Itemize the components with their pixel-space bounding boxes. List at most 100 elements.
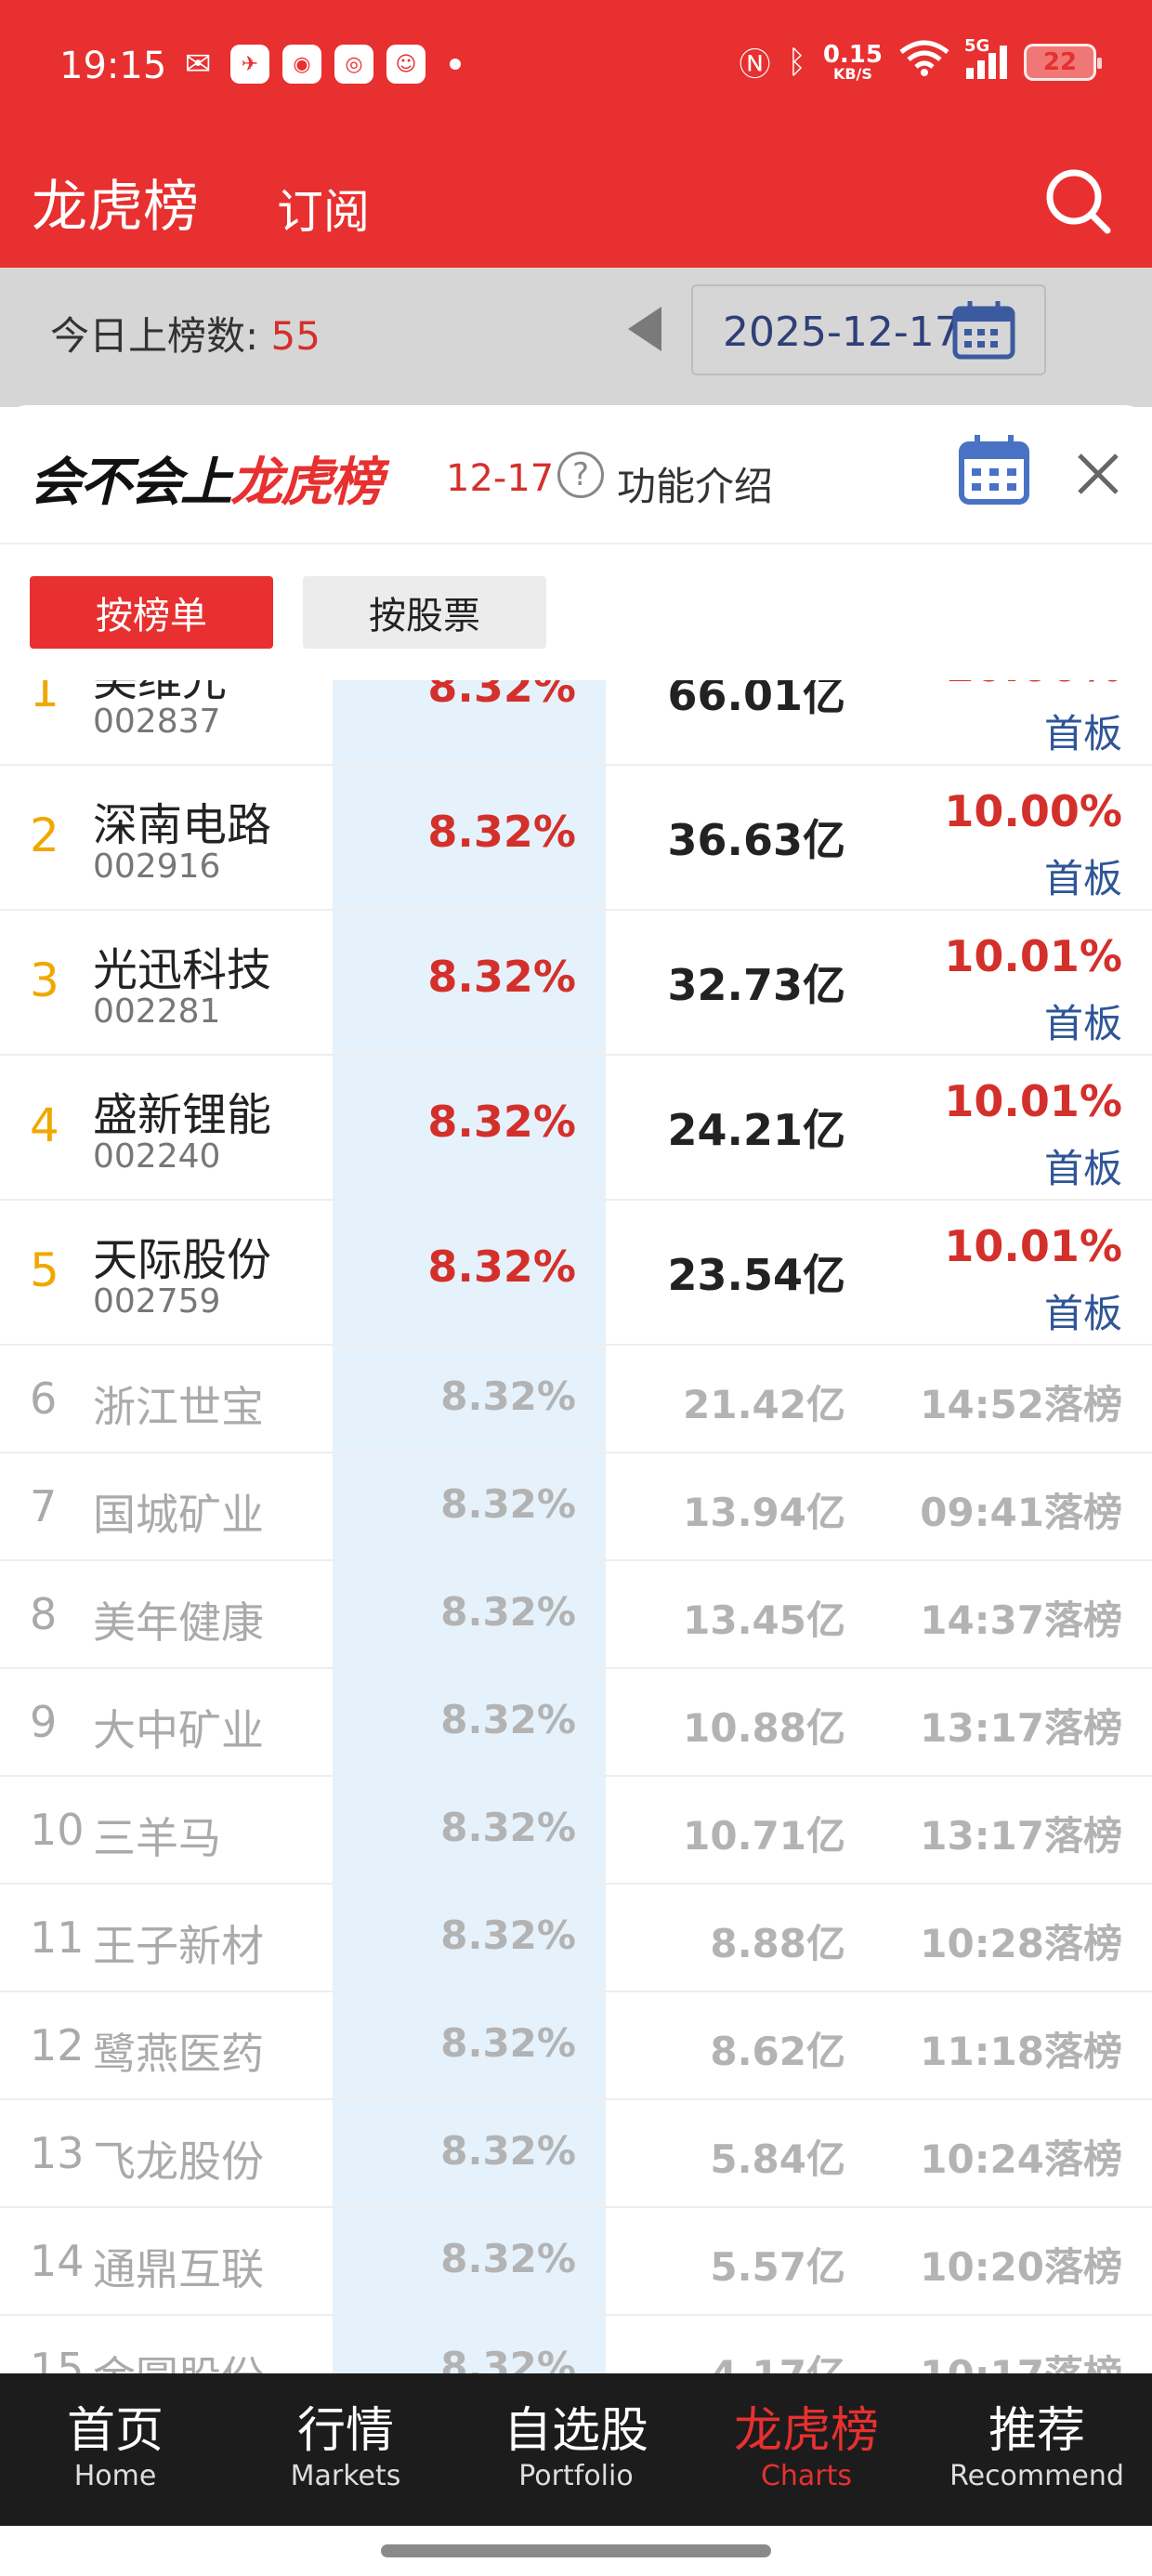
rank: 10 xyxy=(30,1805,85,1855)
stock-code: 002837 xyxy=(93,703,221,741)
table-row[interactable]: 11 王子新材 8.32% 8.88亿 10:28落榜 xyxy=(0,1885,1152,1992)
board-tag: 首板 xyxy=(1043,1146,1122,1191)
drop-off-status: 10:24落榜 xyxy=(920,2136,1122,2182)
bluetooth-icon: ᛒ xyxy=(787,43,806,81)
table-row[interactable]: 14 通鼎互联 8.32% 5.57亿 10:20落榜 xyxy=(0,2208,1152,2316)
system-icons: Ⓝ ᛒ 0.15 KB/S 5G 22 xyxy=(739,36,1102,85)
rank: 12 xyxy=(30,2020,85,2070)
rank: 3 xyxy=(30,953,59,1007)
probability: 8.32% xyxy=(427,807,576,857)
nav-home-label: 首页 xyxy=(66,2402,164,2459)
help-icon[interactable]: ? xyxy=(557,452,604,498)
drop-off-status: 09:41落榜 xyxy=(920,1490,1122,1535)
cell-signal-icon: 5G xyxy=(964,36,1007,79)
nav-home[interactable]: 首页 Home xyxy=(0,2373,230,2526)
drop-off-status: 10:28落榜 xyxy=(920,1921,1122,1966)
net-speed-value: 0.15 xyxy=(822,40,883,69)
target-icon: ◎ xyxy=(334,45,373,84)
table-row[interactable]: 12 鹭燕医药 8.32% 8.62亿 11:18落榜 xyxy=(0,1992,1152,2100)
nav-portfolio-sublabel: Portfolio xyxy=(518,2460,634,2493)
price-change: 10.00% xyxy=(944,680,1122,691)
table-row[interactable]: 4 盛新锂能 002240 8.32% 24.21亿 10.01% 首板 xyxy=(0,1056,1152,1201)
rank: 9 xyxy=(30,1697,58,1747)
board-tag: 首板 xyxy=(1043,856,1122,901)
table-row[interactable]: 3 光迅科技 002281 8.32% 32.73亿 10.01% 首板 xyxy=(0,911,1152,1056)
calendar-icon[interactable] xyxy=(957,433,1031,507)
table-row[interactable]: 15 金圆股份 8.32% 4.17亿 10:17落榜 xyxy=(0,2316,1152,2373)
sheet-date: 12-17 xyxy=(446,457,555,500)
rank: 1 xyxy=(30,680,59,717)
probability: 8.32% xyxy=(440,2020,576,2066)
wifi-icon xyxy=(899,39,949,85)
table-row[interactable]: 1 美维光 002837 8.32% 66.01亿 10.00% 首板 xyxy=(0,680,1152,766)
probability: 8.32% xyxy=(440,1697,576,1742)
table-row[interactable]: 13 飞龙股份 8.32% 5.84亿 10:24落榜 xyxy=(0,2100,1152,2208)
price-change: 10.01% xyxy=(944,1221,1122,1271)
turnover: 10.71亿 xyxy=(683,1813,845,1859)
home-gesture-bar[interactable] xyxy=(381,2544,771,2557)
nav-charts-label: 龙虎榜 xyxy=(733,2402,879,2459)
calendar-icon xyxy=(951,299,1016,361)
table-row[interactable]: 10 三羊马 8.32% 10.71亿 13:17落榜 xyxy=(0,1777,1152,1885)
probability: 8.32% xyxy=(427,1242,576,1292)
drop-off-status: 14:52落榜 xyxy=(920,1382,1122,1427)
table-row[interactable]: 5 天际股份 002759 8.32% 23.54亿 10.01% 首板 xyxy=(0,1201,1152,1346)
probability: 8.32% xyxy=(440,1589,576,1635)
net-speed: 0.15 KB/S xyxy=(823,43,883,82)
stock-name: 大中矿业 xyxy=(93,1705,264,1755)
date-picker[interactable]: 2025-12-17 xyxy=(691,284,1046,375)
ranking-table: 1 美维光 002837 8.32% 66.01亿 10.00% 首板 2 深南… xyxy=(0,680,1152,2373)
probability: 8.32% xyxy=(440,1912,576,1958)
search-icon[interactable] xyxy=(1041,164,1115,238)
stock-name: 浙江世宝 xyxy=(93,1382,264,1432)
turnover: 8.62亿 xyxy=(710,2029,845,2074)
turnover: 32.73亿 xyxy=(667,960,845,1010)
rank: 14 xyxy=(30,2236,85,2286)
table-row[interactable]: 6 浙江世宝 8.32% 21.42亿 14:52落榜 xyxy=(0,1346,1152,1453)
drop-off-status: 10:20落榜 xyxy=(920,2244,1122,2290)
battery-indicator: 22 xyxy=(1024,43,1102,81)
nav-markets-sublabel: Markets xyxy=(290,2460,401,2493)
board-tag: 首板 xyxy=(1043,1001,1122,1046)
nav-markets-label: 行情 xyxy=(296,2402,394,2459)
board-tag: 首板 xyxy=(1043,1291,1122,1336)
stock-code: 002759 xyxy=(93,1282,221,1321)
nav-markets[interactable]: 行情 Markets xyxy=(230,2373,461,2526)
tab-by-stock[interactable]: 按股票 xyxy=(303,576,546,649)
stock-code: 002281 xyxy=(93,992,221,1031)
table-row[interactable]: 9 大中矿业 8.32% 10.88亿 13:17落榜 xyxy=(0,1669,1152,1777)
feature-intro-link[interactable]: 功能介绍 xyxy=(617,455,773,512)
table-row[interactable]: 2 深南电路 002916 8.32% 36.63亿 10.00% 首板 xyxy=(0,766,1152,911)
nav-charts[interactable]: 龙虎榜 Charts xyxy=(691,2373,922,2526)
turnover: 36.63亿 xyxy=(667,815,845,865)
turnover: 4.17亿 xyxy=(710,2344,845,2373)
stock-name: 三羊马 xyxy=(93,1813,221,1863)
probability: 8.32% xyxy=(440,1373,576,1419)
probability: 8.32% xyxy=(427,952,576,1002)
stock-code: 002240 xyxy=(93,1137,221,1176)
close-icon[interactable] xyxy=(1070,446,1126,502)
rank: 8 xyxy=(30,1589,58,1639)
price-change: 10.01% xyxy=(944,931,1122,981)
rank: 2 xyxy=(30,808,59,862)
notification-icons: ✉ ✈ ◉ ◎ ☺ xyxy=(178,45,461,84)
sheet-logo-prefix: 会不会上 xyxy=(30,453,232,513)
turnover: 5.57亿 xyxy=(710,2244,845,2290)
status-bar: 19:15 ✉ ✈ ◉ ◎ ☺ Ⓝ ᛒ 0.15 KB/S 5G 22 xyxy=(0,0,1152,139)
turnover: 13.45亿 xyxy=(683,1597,845,1643)
rank: 11 xyxy=(30,1912,85,1963)
stock-name: 王子新材 xyxy=(93,1921,264,1971)
nav-portfolio[interactable]: 自选股 Portfolio xyxy=(461,2373,691,2526)
contacts-icon: ☺ xyxy=(386,45,425,84)
turnover: 10.88亿 xyxy=(683,1705,845,1751)
previous-day-icon[interactable] xyxy=(628,307,661,351)
turnover: 66.01亿 xyxy=(667,680,845,720)
drop-off-status: 14:37落榜 xyxy=(920,1597,1122,1643)
subscribe-link[interactable]: 订阅 xyxy=(277,175,370,242)
tab-by-list[interactable]: 按榜单 xyxy=(30,576,273,649)
table-row[interactable]: 8 美年健康 8.32% 13.45亿 14:37落榜 xyxy=(0,1561,1152,1669)
table-row[interactable]: 7 国城矿业 8.32% 13.94亿 09:41落榜 xyxy=(0,1453,1152,1561)
nav-recommend[interactable]: 推荐 Recommend xyxy=(922,2373,1152,2526)
rank: 6 xyxy=(30,1373,58,1424)
stock-name: 金圆股份 xyxy=(93,2344,264,2373)
